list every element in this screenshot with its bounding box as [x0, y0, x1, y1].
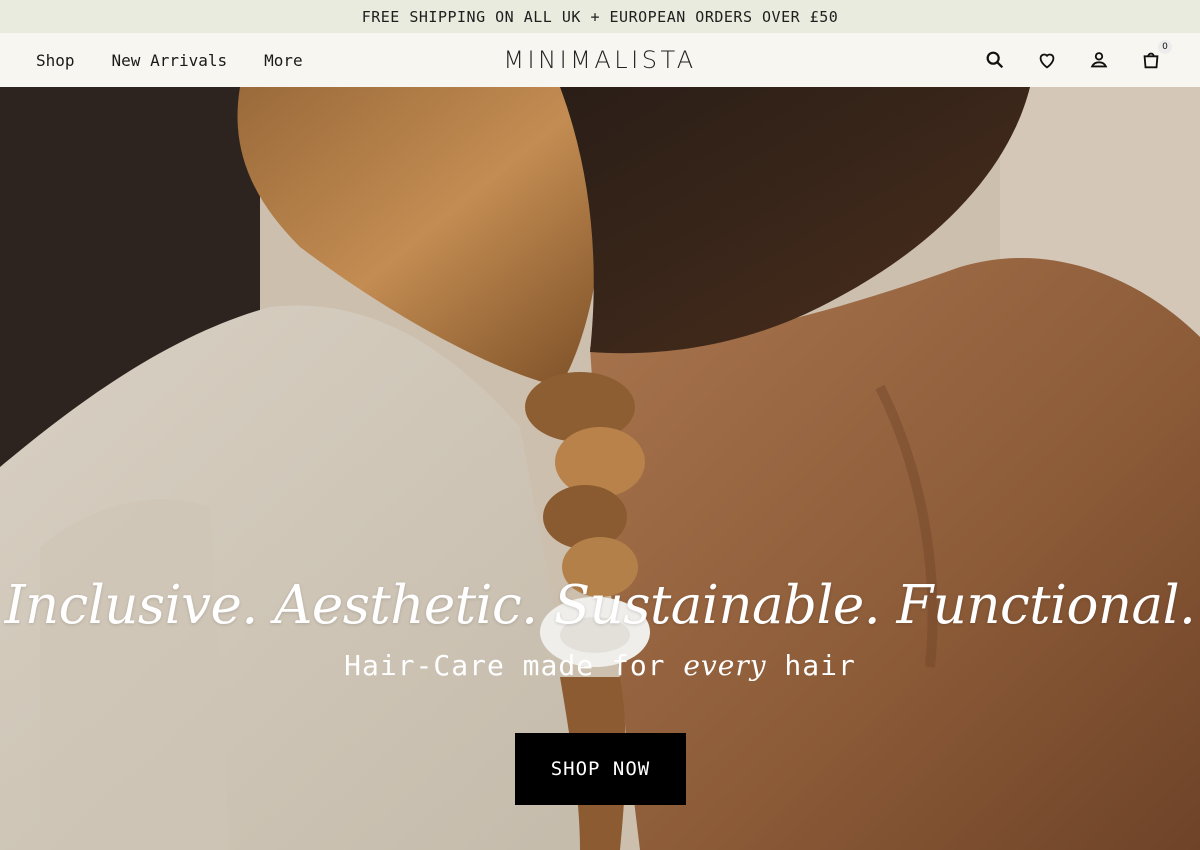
- announcement-bar: FREE SHIPPING ON ALL UK + EUROPEAN ORDER…: [0, 0, 1200, 33]
- heart-icon[interactable]: [1036, 49, 1058, 71]
- subhead-before: Hair-Care made for: [344, 649, 684, 682]
- site-logo[interactable]: MINIMALISTA: [468, 33, 732, 87]
- hero-headline: Inclusive. Aesthetic. Sustainable. Funct…: [4, 575, 1196, 636]
- main-nav: Shop New Arrivals More: [36, 33, 303, 87]
- nav-new-arrivals[interactable]: New Arrivals: [112, 51, 228, 70]
- hero-banner: Inclusive. Aesthetic. Sustainable. Funct…: [0, 87, 1200, 850]
- shop-now-button[interactable]: SHOP NOW: [515, 733, 686, 805]
- header-icons: 0: [984, 33, 1172, 87]
- hero-subheadline: Hair-Care made for every hair: [0, 649, 1200, 682]
- announcement-text: FREE SHIPPING ON ALL UK + EUROPEAN ORDER…: [361, 7, 839, 26]
- cart-count-badge: 0: [1158, 40, 1172, 54]
- account-icon[interactable]: [1088, 49, 1110, 71]
- site-header: Shop New Arrivals More MINIMALISTA 0: [0, 33, 1200, 87]
- subhead-after: hair: [766, 649, 856, 682]
- nav-shop[interactable]: Shop: [36, 51, 75, 70]
- nav-more[interactable]: More: [264, 51, 303, 70]
- bag-icon[interactable]: 0: [1140, 40, 1172, 71]
- search-icon[interactable]: [984, 49, 1006, 71]
- subhead-emphasis: every: [683, 649, 767, 682]
